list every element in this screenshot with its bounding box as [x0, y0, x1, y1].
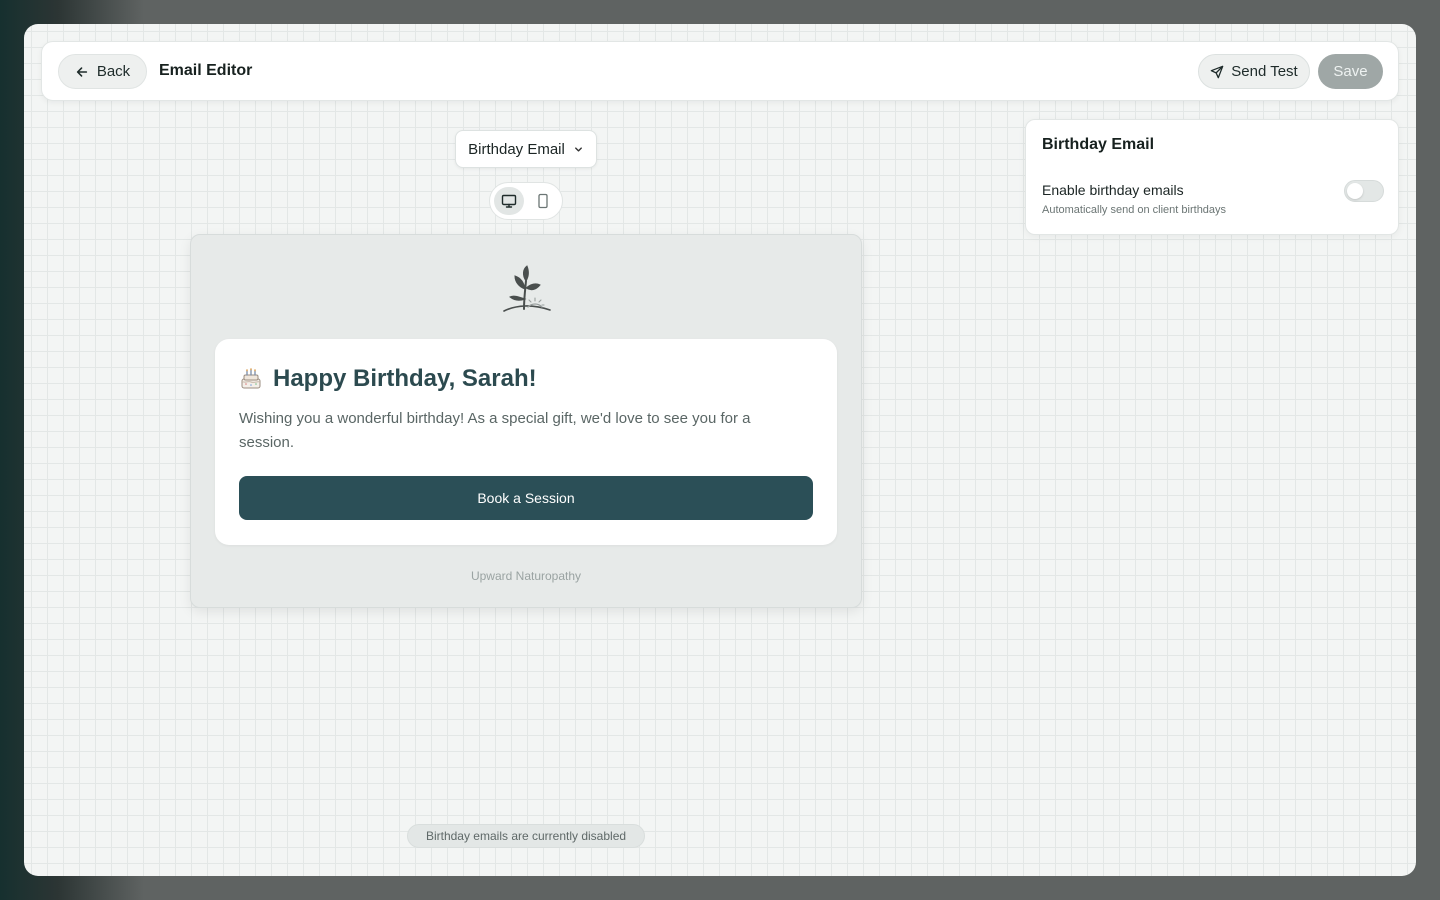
chevron-down-icon: [574, 146, 582, 152]
settings-panel: Birthday Email Enable birthday emails Au…: [1025, 119, 1399, 235]
email-heading: Happy Birthday, Sarah!: [273, 365, 537, 392]
arrow-left-icon: [76, 66, 87, 77]
monitor-icon: [501, 194, 517, 208]
toggle-knob: [1347, 183, 1363, 199]
template-dropdown[interactable]: Birthday Email: [455, 130, 597, 168]
birthday-cake-icon: [241, 368, 261, 389]
app-window: Back Email Editor Send Test Save Birthda…: [24, 24, 1416, 876]
settings-panel-title: Birthday Email: [1042, 136, 1155, 153]
top-bar: Back Email Editor Send Test Save: [41, 41, 1399, 101]
send-test-label: Send Test: [1231, 63, 1298, 80]
email-footer: Upward Naturopathy: [470, 569, 582, 583]
smartphone-icon: [538, 193, 548, 209]
sprout-logo-icon: [503, 265, 551, 312]
enable-birthday-toggle[interactable]: [1344, 180, 1384, 202]
email-content-card: Happy Birthday, Sarah! Wishing you a won…: [215, 339, 837, 545]
mobile-view-button[interactable]: [528, 187, 558, 215]
enable-birthday-label: Enable birthday emails: [1042, 182, 1184, 198]
back-button[interactable]: Back: [58, 54, 147, 89]
email-preview: Happy Birthday, Sarah! Wishing you a won…: [190, 234, 862, 608]
back-button-label: Back: [96, 63, 131, 80]
preview-mode-toggle: [489, 182, 563, 220]
send-icon: [1210, 65, 1224, 78]
save-button[interactable]: Save: [1318, 54, 1383, 89]
template-dropdown-value: Birthday Email: [468, 140, 565, 158]
status-badge: Birthday emails are currently disabled: [407, 824, 645, 848]
book-session-button[interactable]: Book a Session: [239, 476, 813, 520]
page-title: Email Editor: [159, 62, 253, 79]
desktop-view-button[interactable]: [494, 187, 524, 215]
email-body-text: Wishing you a wonderful birthday! As a s…: [239, 410, 751, 451]
send-test-button[interactable]: Send Test: [1198, 54, 1310, 89]
enable-birthday-description: Automatically send on client birthdays: [1042, 204, 1227, 216]
